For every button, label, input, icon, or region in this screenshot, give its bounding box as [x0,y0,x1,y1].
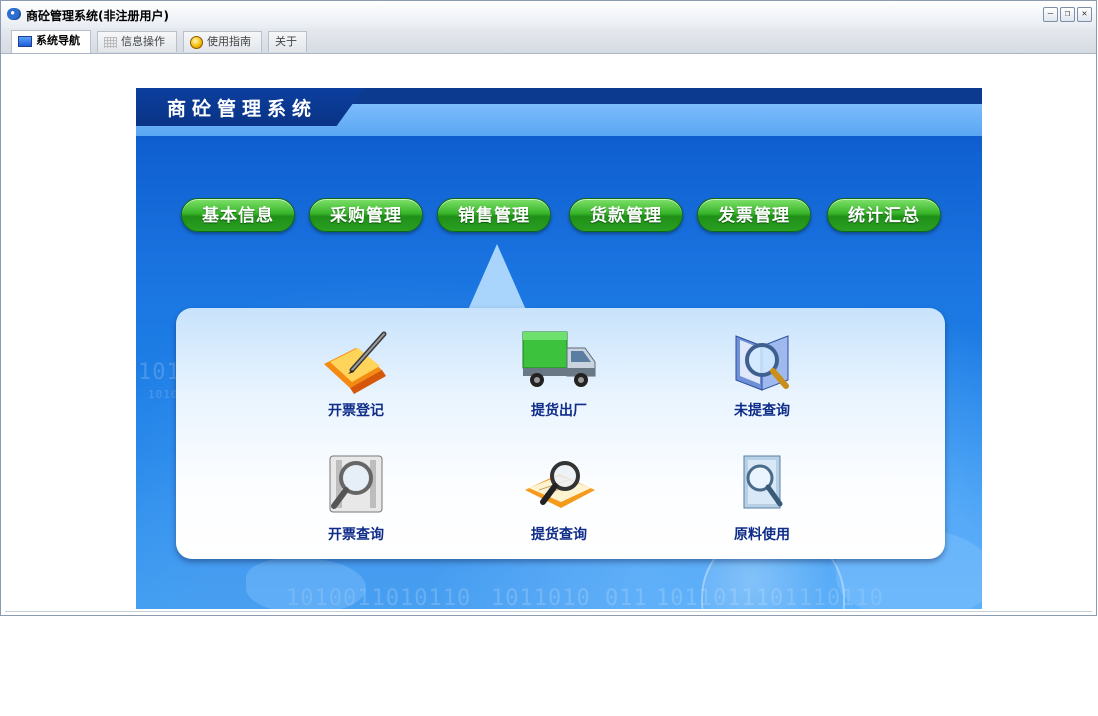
panel-item-label: 开票登记 [328,403,384,419]
tab-label: 系统导航 [36,34,80,47]
menu-invoice-management[interactable]: 发票管理 [697,198,811,232]
tab-about[interactable]: 关于 [268,31,307,52]
minimize-icon[interactable]: – [1043,7,1058,22]
tab-label: 信息操作 [121,35,165,48]
book-magnifier-icon [722,326,802,398]
restore-icon[interactable]: ❐ [1060,7,1075,22]
monitor-icon [18,35,32,47]
grid-icon [104,36,117,48]
menu-basic-info[interactable]: 基本信息 [181,198,295,232]
title-bar[interactable]: 商砼管理系统(非注册用户) – ❐ ✕ [1,1,1096,29]
map-landmass [246,558,366,609]
banner-title: 商砼管理系统 [167,98,318,120]
app-logo-icon [7,8,21,20]
tab-label: 使用指南 [207,35,251,48]
panel-item-invoice-query[interactable]: 开票查询 [296,450,416,544]
tab-user-guide[interactable]: 使用指南 [183,31,262,52]
panel-item-label: 原料使用 [734,527,790,543]
panel-item-material-usage[interactable]: 原料使用 [702,450,822,544]
truck-icon [519,326,599,398]
close-icon[interactable]: ✕ [1077,7,1092,22]
panel-item-invoice-register[interactable]: 开票登记 [296,326,416,420]
app-window: 商砼管理系统(非注册用户) – ❐ ✕ 系统导航 信息操作 使用指南 关于 商砼… [0,0,1097,616]
main-menu: 基本信息 采购管理 销售管理 货款管理 发票管理 统计汇总 [181,198,941,234]
panel-item-label: 提货出厂 [531,403,587,419]
menu-payment-management[interactable]: 货款管理 [569,198,683,232]
navigation-banner: 商砼管理系统 1010011101 1010 1010011010110 101… [136,88,982,609]
panel-item-pickup-query[interactable]: 提货查询 [499,450,619,544]
tab-strip: 系统导航 信息操作 使用指南 关于 [1,28,1096,54]
tab-info-operations[interactable]: 信息操作 [97,31,177,52]
gold-coin-icon [190,35,203,49]
binary-decoration: 1010 [148,388,179,401]
menu-statistics-summary[interactable]: 统计汇总 [827,198,941,232]
binary-decoration: 1011010 011 [491,586,648,609]
tab-label: 关于 [275,35,297,48]
notebook-magnifier-icon [519,450,599,522]
window-controls: – ❐ ✕ [1043,7,1092,22]
tab-system-nav[interactable]: 系统导航 [11,30,91,53]
window-title: 商砼管理系统(非注册用户) [26,9,169,23]
film-magnifier-icon [316,450,396,522]
panel-item-label: 开票查询 [328,527,384,543]
document-magnifier-icon [722,450,802,522]
status-divider [5,611,1092,612]
panel-item-unpicked-query[interactable]: 未提查询 [702,326,822,420]
menu-sales-management[interactable]: 销售管理 [437,198,551,232]
submenu-panel: 开票登记 提货出厂 未提查询 开票查询 提货查询 原料使用 [176,308,945,559]
menu-purchase-management[interactable]: 采购管理 [309,198,423,232]
folder-pen-icon [316,326,396,398]
panel-item-label: 未提查询 [734,403,790,419]
panel-item-label: 提货查询 [531,527,587,543]
panel-item-pickup-dispatch[interactable]: 提货出厂 [499,326,619,420]
submenu-pointer [468,244,526,310]
